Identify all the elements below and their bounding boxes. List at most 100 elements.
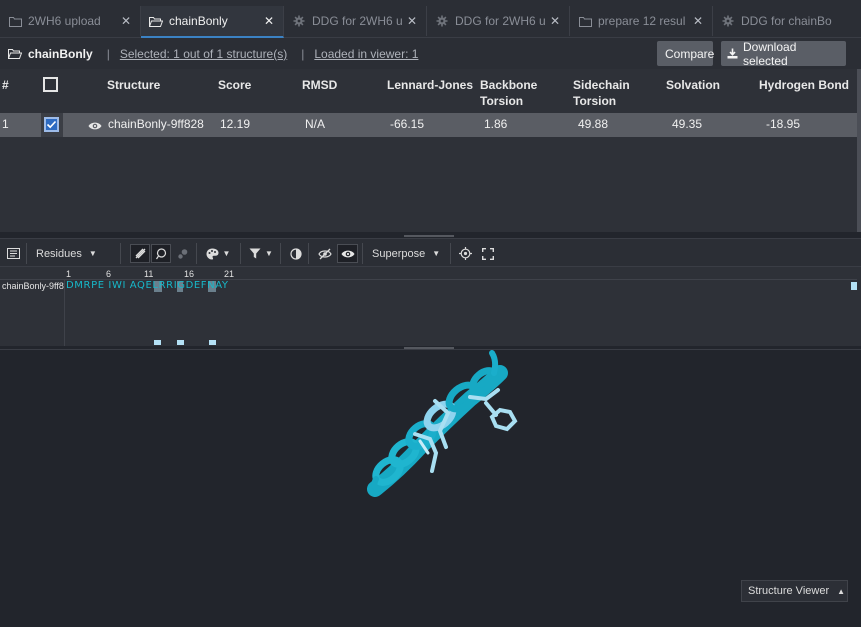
tab-bar: 2WH6 upload ✕ chainBonly ✕ DDG for 2WH6 … xyxy=(0,0,861,38)
table-scrollbar[interactable] xyxy=(857,69,861,232)
panel-resize-handle[interactable] xyxy=(404,235,454,237)
sequence-position-number: 16 xyxy=(184,269,195,279)
close-icon[interactable]: ✕ xyxy=(690,14,706,28)
tab-label: chainBonly xyxy=(169,14,228,28)
sequence-panel-icon[interactable] xyxy=(4,244,22,263)
protein-ribbon-model[interactable] xyxy=(0,350,861,622)
tab-ddg-chainbonly[interactable]: DDG for chainBo xyxy=(713,6,861,36)
sequence-position-number: 6 xyxy=(106,269,112,279)
download-icon xyxy=(727,48,738,59)
toolbar-divider xyxy=(196,243,197,264)
toolbar-divider xyxy=(450,243,451,264)
solvation-value: 49.35 xyxy=(672,117,703,131)
sequence-panel: 1 6 11 16 21 chainBonly-9ff8 DMRPE IWI A… xyxy=(0,267,861,346)
results-table: # Structure Score RMSD Lennard-Jones Bac… xyxy=(0,69,861,232)
folder-open-icon xyxy=(8,48,22,59)
col-header-number: # xyxy=(2,78,9,92)
tab-label: DDG for 2WH6 u xyxy=(455,14,546,28)
col-header-line: Torsion xyxy=(573,94,617,108)
eye-icon[interactable] xyxy=(88,118,102,136)
tab-ddg-2wh6-b[interactable]: DDG for 2WH6 u ✕ xyxy=(427,6,570,36)
gear-icon xyxy=(721,14,735,28)
select-all-checkbox[interactable] xyxy=(43,77,58,92)
sequence-residues[interactable]: DMRPE IWI AQELRRIGDEFNAY xyxy=(66,280,229,291)
col-header-solvation[interactable]: Solvation xyxy=(666,77,720,93)
col-header-lennard-jones[interactable]: Lennard-Jones xyxy=(387,77,473,93)
selection-marker xyxy=(154,340,161,345)
sequence-position-number: 1 xyxy=(66,269,72,279)
structure-viewer-dropdown[interactable]: Structure Viewer ▲ xyxy=(741,580,848,602)
structure-viewer-label: Structure Viewer xyxy=(748,585,830,597)
check-icon xyxy=(46,120,57,129)
superpose-dropdown[interactable]: Superpose ▼ xyxy=(372,244,442,263)
palette-icon xyxy=(206,248,219,259)
selected-count-link[interactable]: Selected: 1 out of 1 structure(s) xyxy=(120,47,287,61)
select-mode-icon[interactable] xyxy=(130,244,150,263)
neighbors-icon[interactable] xyxy=(174,244,192,263)
col-header-hydrogen-bond[interactable]: Hydrogen Bond xyxy=(759,77,849,93)
folder-open-icon xyxy=(149,14,163,28)
col-header-line: Torsion xyxy=(480,94,524,108)
toolbar-divider xyxy=(120,243,121,264)
toolbar-divider xyxy=(280,243,281,264)
results-title: chainBonly xyxy=(8,47,93,61)
col-header-sidechain-torsion[interactable]: Sidechain Torsion xyxy=(573,77,630,109)
filter-dropdown[interactable]: ▼ xyxy=(248,244,274,263)
selection-marker xyxy=(177,340,184,345)
folder-icon xyxy=(8,14,22,28)
show-icon[interactable] xyxy=(337,244,358,263)
col-header-structure[interactable]: Structure xyxy=(107,77,160,93)
fullscreen-icon[interactable] xyxy=(479,244,497,263)
col-header-score[interactable]: Score xyxy=(218,77,251,93)
lennard-jones-value: -66.15 xyxy=(390,117,425,131)
close-icon[interactable]: ✕ xyxy=(118,14,134,28)
hydrogen-bond-value: -18.95 xyxy=(766,117,801,131)
tab-2wh6-upload[interactable]: 2WH6 upload ✕ xyxy=(0,6,141,36)
col-header-rmsd[interactable]: RMSD xyxy=(302,77,337,93)
structure-viewer-canvas[interactable] xyxy=(0,349,861,621)
col-header-line: Sidechain xyxy=(573,78,630,92)
backbone-torsion-value: 1.86 xyxy=(484,117,508,131)
rmsd-value: N/A xyxy=(305,117,326,131)
color-palette-dropdown[interactable]: ▼ xyxy=(204,244,232,263)
toolbar-divider xyxy=(308,243,309,264)
col-header-backbone-torsion[interactable]: Backbone Torsion xyxy=(480,77,537,109)
close-icon[interactable]: ✕ xyxy=(261,14,277,28)
score-value: 12.19 xyxy=(220,117,251,131)
caret-down-icon: ▼ xyxy=(432,249,441,258)
sidechain-torsion-value: 49.88 xyxy=(578,117,609,131)
superpose-dropdown-label: Superpose xyxy=(372,247,426,260)
center-target-icon[interactable] xyxy=(456,244,474,263)
tab-label: DDG for 2WH6 u xyxy=(312,14,403,28)
tab-chainbonly[interactable]: chainBonly ✕ xyxy=(141,6,284,38)
download-selected-label: Download selected xyxy=(743,39,797,68)
sequence-chain-label[interactable]: chainBonly-9ff8 xyxy=(2,281,64,291)
tab-prepare-results[interactable]: prepare 12 resul ✕ xyxy=(570,6,713,36)
close-icon[interactable]: ✕ xyxy=(547,14,563,28)
sequence-position-number: 21 xyxy=(224,269,235,279)
viewer-toolbar: Residues ▼ ▼ ▼ Superpose ▼ xyxy=(0,238,861,267)
row-number: 1 xyxy=(2,117,9,131)
filter-icon xyxy=(249,248,261,259)
structure-name[interactable]: chainBonly-9ff828 xyxy=(108,117,204,131)
tab-label: DDG for chainBo xyxy=(741,14,832,28)
close-icon[interactable]: ✕ xyxy=(404,14,420,28)
caret-down-icon: ▼ xyxy=(88,249,97,258)
residues-dropdown[interactable]: Residues ▼ xyxy=(36,244,98,263)
tab-ddg-2wh6-a[interactable]: DDG for 2WH6 u ✕ xyxy=(284,6,427,36)
sequence-scroll-marker[interactable] xyxy=(851,282,857,290)
lasso-icon[interactable] xyxy=(151,244,171,263)
divider: | xyxy=(301,46,305,61)
row-select-checkbox[interactable] xyxy=(44,117,59,132)
download-selected-button[interactable]: Download selected xyxy=(721,39,846,68)
compare-button[interactable]: Compare xyxy=(657,41,714,66)
toolbar-divider xyxy=(362,243,363,264)
caret-down-icon: ▼ xyxy=(222,249,231,258)
toolbar-divider xyxy=(240,243,241,264)
col-header-line: Backbone xyxy=(480,78,538,92)
tab-label: 2WH6 upload xyxy=(28,14,101,28)
sequence-divider xyxy=(64,279,65,346)
hide-icon[interactable] xyxy=(315,244,335,263)
loaded-in-viewer-link[interactable]: Loaded in viewer: 1 xyxy=(314,47,418,61)
contrast-icon[interactable] xyxy=(287,244,305,263)
